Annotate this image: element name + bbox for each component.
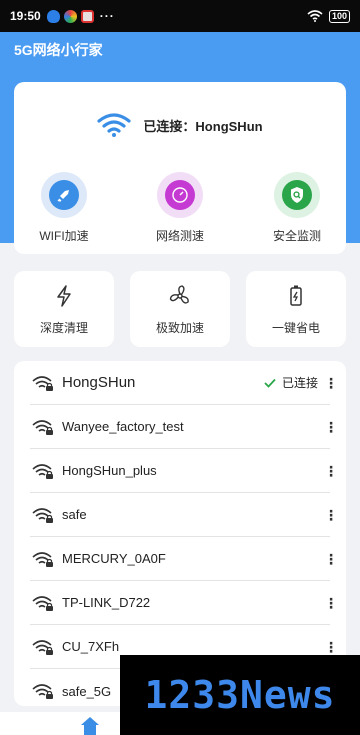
battery-charge-icon xyxy=(290,285,302,306)
wifi-network-row[interactable]: HongSHun_plus ⋮ xyxy=(30,449,338,493)
feature-label: WIFI加速 xyxy=(39,229,89,243)
connection-status-label: 已连接：HongSHun xyxy=(143,118,263,134)
notification-app-icon xyxy=(46,9,60,23)
wifi-signal-icon xyxy=(307,10,323,22)
wifi-network-row[interactable]: safe ⋮ xyxy=(30,493,338,537)
feature-label: 网络测速 xyxy=(155,229,204,243)
more-options-icon[interactable]: ⋮ xyxy=(324,596,338,610)
wifi-network-name: HongSHun xyxy=(62,374,136,391)
feature-label: 安全监测 xyxy=(272,229,321,243)
security-check-button[interactable]: 安全监测 xyxy=(257,172,337,244)
wifi-lock-icon xyxy=(32,419,53,435)
app-title: 5G网络小行家 xyxy=(14,42,103,58)
lightning-icon xyxy=(57,285,71,307)
wifi-icon xyxy=(97,113,132,137)
extreme-boost-button[interactable]: 极致加速 xyxy=(130,271,230,347)
wifi-network-name: safe_5G xyxy=(62,683,112,699)
wifi-network-name: TP-LINK_D722 xyxy=(62,595,151,610)
wifi-network-name: MERCURY_0A0F xyxy=(62,551,166,566)
more-options-icon[interactable]: ⋮ xyxy=(324,420,338,434)
wifi-lock-icon xyxy=(32,463,53,479)
wifi-network-row[interactable]: HongSHun 已连接 ⋮ xyxy=(30,361,338,405)
wifi-network-row[interactable]: MERCURY_0A0F ⋮ xyxy=(30,537,338,581)
wifi-lock-icon xyxy=(32,684,53,699)
deep-clean-button[interactable]: 深度清理 xyxy=(14,271,114,347)
notification-app-icon xyxy=(80,9,94,23)
more-options-icon[interactable]: ⋮ xyxy=(324,640,338,654)
status-time: 19:50 xyxy=(10,9,41,23)
wifi-lock-icon xyxy=(32,551,53,567)
more-options-icon[interactable]: ⋮ xyxy=(324,508,338,522)
home-icon[interactable] xyxy=(80,716,100,735)
connection-status: 已连接：HongSHun xyxy=(14,112,346,138)
wifi-network-row[interactable]: TP-LINK_D722 ⋮ xyxy=(30,581,338,625)
wifi-lock-icon xyxy=(32,507,53,523)
more-options-icon[interactable]: ⋮ xyxy=(324,552,338,566)
wifi-lock-icon xyxy=(32,375,53,391)
wifi-network-row[interactable]: Wanyee_factory_test ⋮ xyxy=(30,405,338,449)
wifi-network-name: CU_7XFh xyxy=(62,639,120,654)
check-icon xyxy=(264,378,276,388)
fan-icon xyxy=(169,285,189,304)
battery-indicator: 100 xyxy=(328,9,350,23)
speedometer-icon xyxy=(157,172,203,218)
shield-search-icon xyxy=(274,172,320,218)
tool-label: 极致加速 xyxy=(155,321,204,335)
more-options-icon[interactable]: ⋮ xyxy=(324,376,338,390)
wifi-network-name: HongSHun_plus xyxy=(62,463,157,478)
wifi-network-name: Wanyee_factory_test xyxy=(62,419,184,434)
watermark-logo: 1233News xyxy=(120,655,360,735)
wifi-lock-icon xyxy=(32,639,53,655)
wifi-network-name: safe xyxy=(62,507,87,522)
power-save-button[interactable]: 一键省电 xyxy=(246,271,346,347)
more-notifications-icon: ··· xyxy=(99,9,115,23)
tool-label: 深度清理 xyxy=(39,321,88,335)
notification-app-icon xyxy=(63,9,77,23)
rocket-icon xyxy=(41,172,87,218)
speed-test-button[interactable]: 网络测速 xyxy=(140,172,220,244)
connected-label: 已连接 xyxy=(281,376,318,390)
wifi-boost-button[interactable]: WIFI加速 xyxy=(24,172,104,244)
connection-card: 已连接：HongSHun WIFI加速 网络测速 安全监测 xyxy=(14,82,346,254)
tool-label: 一键省电 xyxy=(271,321,320,335)
more-options-icon[interactable]: ⋮ xyxy=(324,464,338,478)
wifi-lock-icon xyxy=(32,595,53,611)
status-bar: 19:50 ··· 100 xyxy=(0,0,360,32)
